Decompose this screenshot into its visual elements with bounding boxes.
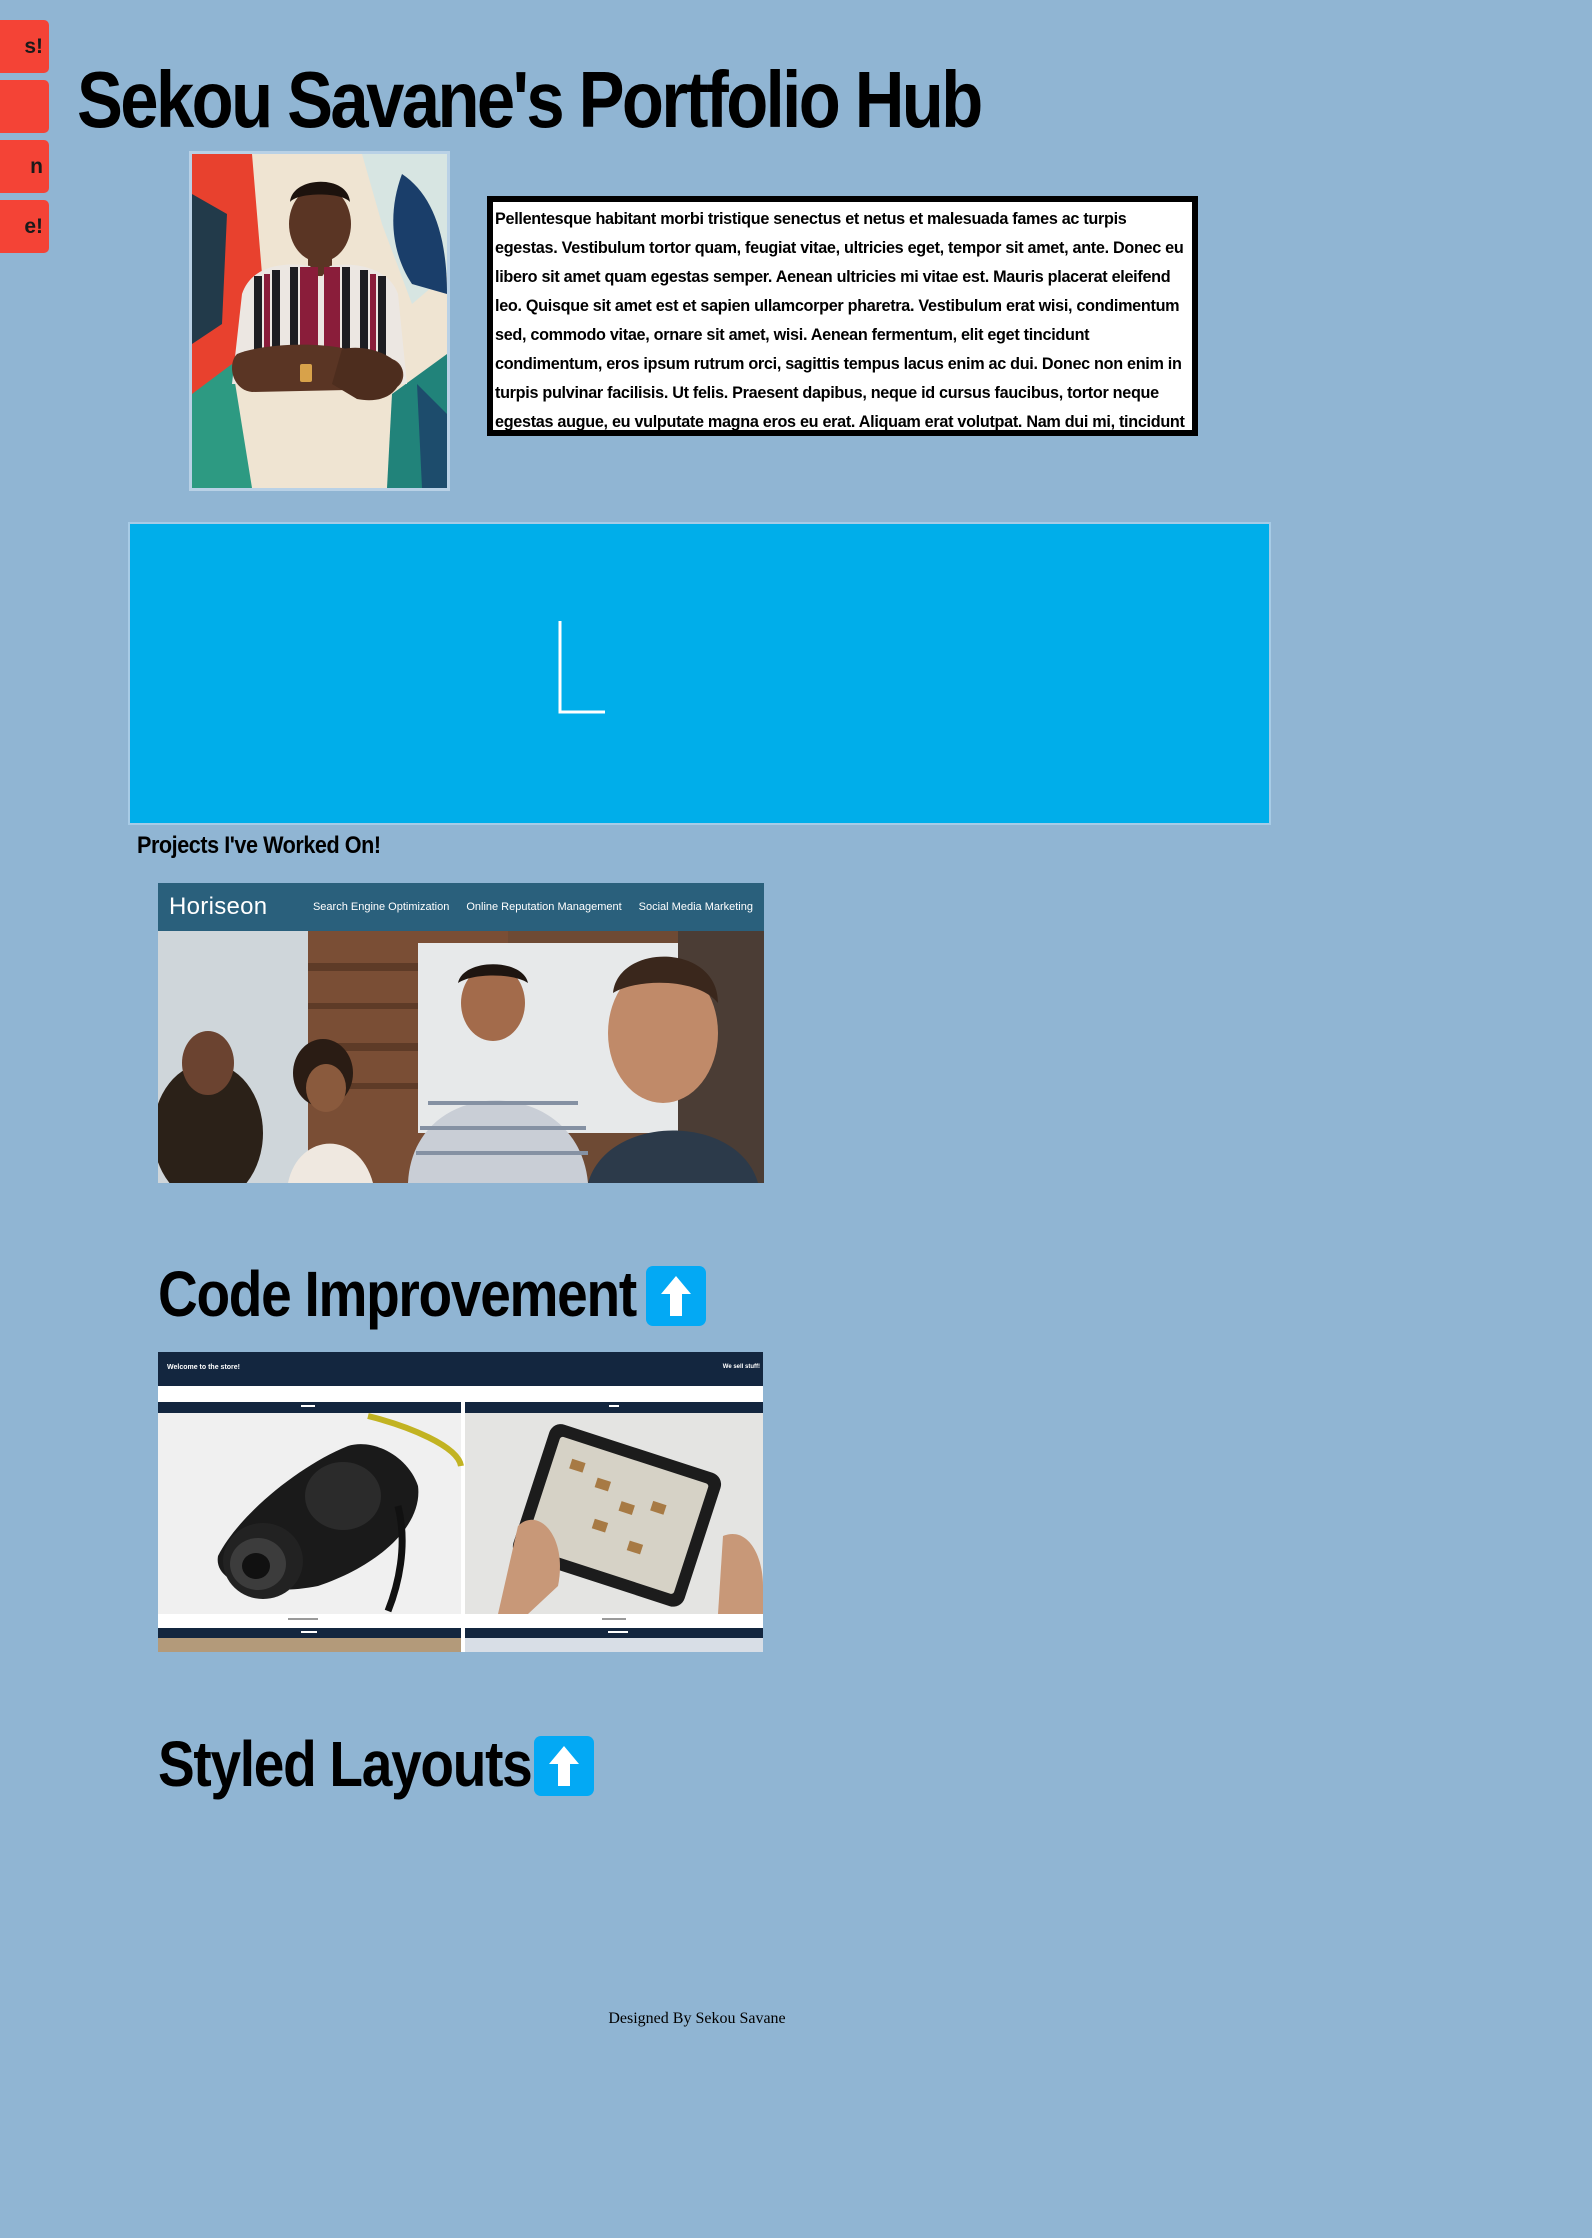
arrow-up-icon xyxy=(661,1276,691,1316)
nav-tab-label: e! xyxy=(24,214,43,238)
nav-tab-label: n xyxy=(30,154,43,178)
nav-tab-2[interactable] xyxy=(0,80,49,133)
horiseon-brand: Horiseon xyxy=(169,893,268,920)
profile-photo-image xyxy=(192,154,447,488)
bio-text: Pellentesque habitant morbi tristique se… xyxy=(495,210,1185,431)
horiseon-navbar: Horiseon Search Engine Optimization Onli… xyxy=(158,883,764,931)
store-header: Welcome to the store! We sell stuff! xyxy=(158,1352,763,1386)
footer-credit: Designed By Sekou Savane xyxy=(608,2010,786,2027)
nav-tab-1[interactable]: s! xyxy=(0,20,49,73)
laptop-files-illustration: lengthy path omitted for brevity xyxy=(558,621,605,714)
nav-tab-label: s! xyxy=(24,34,43,58)
store-title: Welcome to the store! xyxy=(167,1364,240,1371)
nav-tab-3[interactable]: n xyxy=(0,140,49,193)
page-title: Sekou Savane's Portfolio Hub xyxy=(77,55,983,144)
horiseon-nav-link: Social Media Marketing xyxy=(638,901,753,913)
nav-tab-4[interactable]: e! xyxy=(0,200,49,253)
profile-photo xyxy=(189,151,450,491)
styled-layouts-heading: Styled Layouts xyxy=(158,1728,533,1800)
horiseon-nav-link: Search Engine Optimization xyxy=(312,901,450,913)
hero-banner: lengthy path omitted for brevity xyxy=(128,522,1271,825)
bio-box: Pellentesque habitant morbi tristique se… xyxy=(487,196,1198,436)
scroll-up-button[interactable] xyxy=(534,1736,594,1796)
store-tagline: We sell stuff! xyxy=(722,1364,760,1370)
horiseon-nav-link: Online Reputation Management xyxy=(466,901,622,913)
side-nav: s! n e! xyxy=(0,0,60,270)
scroll-up-button[interactable] xyxy=(646,1266,706,1326)
store-project-screenshot[interactable]: Welcome to the store! We sell stuff! xyxy=(158,1352,763,1652)
horiseon-project-screenshot[interactable]: Horiseon Search Engine Optimization Onli… xyxy=(158,883,764,1183)
projects-heading: Projects I've Worked On! xyxy=(137,832,381,859)
arrow-up-icon xyxy=(549,1746,579,1786)
code-improvement-heading: Code Improvement xyxy=(158,1258,637,1330)
store-product-grid xyxy=(158,1386,763,1652)
